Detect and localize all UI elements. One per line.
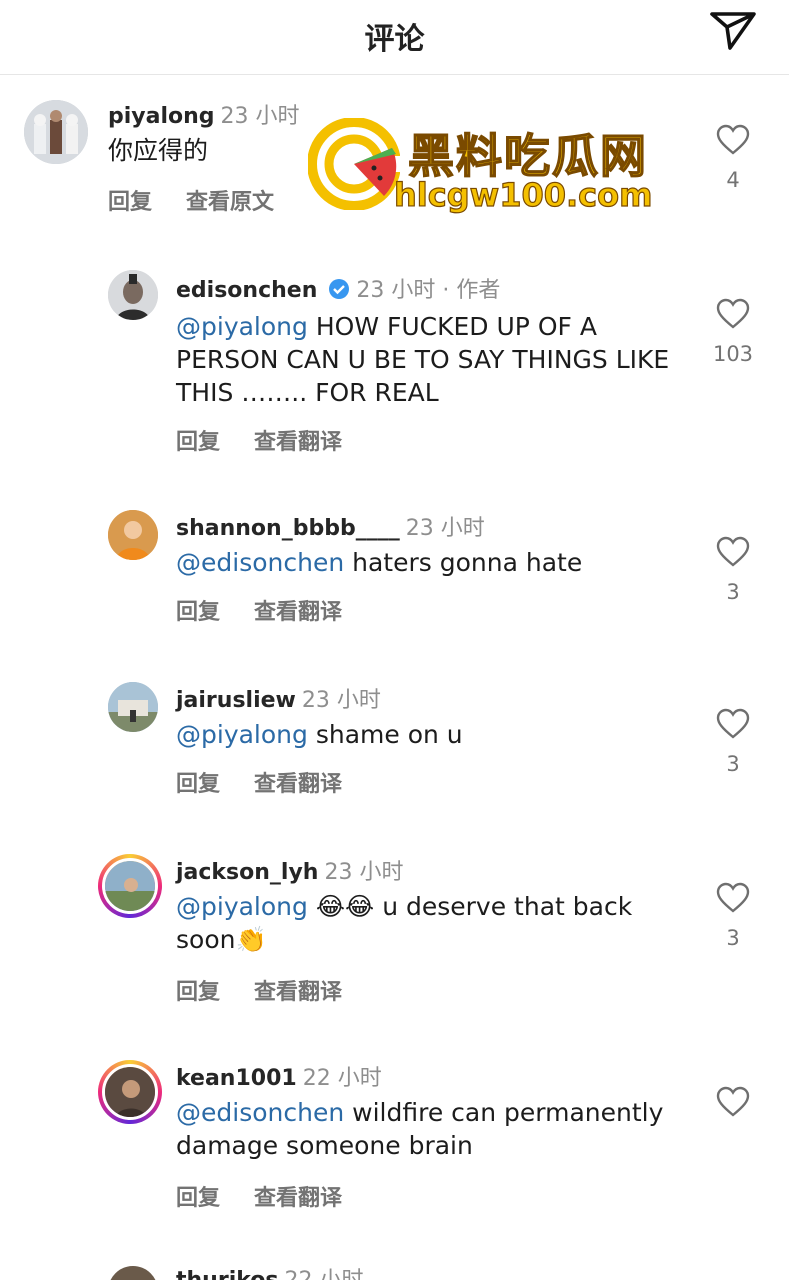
mention-link[interactable]: @edisonchen — [176, 1098, 344, 1127]
mention-link[interactable]: @piyalong — [176, 312, 308, 341]
avatar[interactable] — [24, 100, 88, 164]
watermark-logo-icon — [308, 118, 400, 210]
comment-text: @piyalong 😂😂 u deserve that back soon👏 — [176, 890, 686, 956]
avatar — [102, 858, 158, 914]
comment-text: @edisonchen haters gonna hate — [176, 546, 676, 579]
comment-item: shannon_bbbb____ 23 小时 @edisonchen haters… — [0, 506, 789, 636]
like-control: 3 — [715, 708, 751, 776]
reply-button[interactable]: 回复 — [176, 772, 220, 797]
comment-body: haters gonna hate — [344, 548, 583, 577]
timestamp: 23 小时 — [405, 516, 485, 541]
page-title: 评论 — [364, 22, 425, 57]
avatar[interactable] — [108, 510, 158, 560]
avatar-story-ring[interactable] — [98, 1060, 162, 1124]
comment-item: edisonchen 23 小时 · 作者 @piyalong HOW FUCK… — [0, 268, 789, 458]
like-count: 3 — [726, 752, 740, 776]
reply-button[interactable]: 回复 — [176, 430, 220, 455]
timestamp: 23 小时 — [324, 860, 404, 885]
comment-body: shame on u — [307, 720, 463, 749]
heart-icon[interactable] — [716, 298, 750, 330]
avatar[interactable] — [108, 270, 158, 320]
timestamp: 22 小时 — [302, 1066, 382, 1091]
timestamp: 22 小时 — [284, 1268, 363, 1280]
heart-icon[interactable] — [716, 882, 750, 914]
see-original-button[interactable]: 查看原文 — [186, 190, 274, 215]
username[interactable]: jackson_lyh — [176, 860, 318, 885]
heart-icon[interactable] — [716, 536, 750, 568]
mention-link[interactable]: @edisonchen — [176, 548, 344, 577]
username[interactable]: jairusliew — [176, 688, 296, 713]
comment-text: @piyalong HOW FUCKED UP OF A PERSON CAN … — [176, 310, 676, 409]
like-control — [715, 1086, 751, 1118]
comment-item: jackson_lyh 23 小时 @piyalong 😂😂 u deserve … — [0, 850, 789, 1010]
see-translation-button[interactable]: 查看翻译 — [254, 430, 342, 455]
avatar[interactable] — [108, 1266, 158, 1280]
comment-item: kean1001 22 小时 @edisonchen wildfire can p… — [0, 1056, 789, 1216]
paper-plane-icon[interactable] — [708, 8, 758, 52]
see-translation-button[interactable]: 查看翻译 — [254, 980, 342, 1005]
timestamp: 23 小时 — [301, 688, 381, 713]
reply-button[interactable]: 回复 — [108, 190, 152, 215]
username[interactable]: shannon_bbbb____ — [176, 516, 400, 541]
avatar[interactable] — [108, 682, 158, 732]
like-control: 4 — [715, 124, 751, 192]
avatar — [102, 1064, 158, 1120]
like-control: 3 — [715, 882, 751, 950]
see-translation-button[interactable]: 查看翻译 — [254, 772, 342, 797]
comment-body: 你应得的 — [108, 136, 209, 165]
mention-link[interactable]: @piyalong — [176, 892, 308, 921]
watermark: 黑料吃瓜网 hlcgw100.com — [308, 118, 668, 218]
reply-button[interactable]: 回复 — [176, 600, 220, 625]
see-translation-button[interactable]: 查看翻译 — [254, 600, 342, 625]
see-translation-button[interactable]: 查看翻译 — [254, 1186, 342, 1211]
heart-icon[interactable] — [716, 708, 750, 740]
timestamp: 23 小时 — [356, 278, 436, 303]
watermark-url: hlcgw100.com — [393, 175, 653, 214]
username[interactable]: piyalong — [108, 104, 215, 129]
username[interactable]: edisonchen — [176, 278, 317, 303]
avatar-story-ring[interactable] — [98, 854, 162, 918]
like-count: 103 — [712, 342, 754, 366]
mention-link[interactable]: @piyalong — [176, 720, 308, 749]
comment-item: thurikos 22 小时 — [0, 1258, 789, 1280]
like-count: 3 — [726, 580, 740, 604]
heart-icon[interactable] — [716, 124, 750, 156]
like-control: 3 — [715, 536, 751, 604]
author-tag: · 作者 — [442, 278, 501, 303]
comment-item: jairusliew 23 小时 @piyalong shame on u 回复 查… — [0, 678, 789, 808]
username[interactable]: kean1001 — [176, 1066, 297, 1091]
like-count: 3 — [726, 926, 740, 950]
reply-button[interactable]: 回复 — [176, 1186, 220, 1211]
reply-button[interactable]: 回复 — [176, 980, 220, 1005]
comments-header: 评论 — [0, 0, 789, 75]
comment-text: @piyalong shame on u — [176, 718, 676, 751]
username[interactable]: thurikos — [176, 1268, 278, 1280]
verified-badge-icon — [329, 279, 350, 299]
heart-icon[interactable] — [716, 1086, 750, 1118]
comment-text: @edisonchen wildfire can permanently dam… — [176, 1096, 676, 1162]
like-count: 4 — [726, 168, 740, 192]
timestamp: 23 小时 — [220, 104, 300, 129]
like-control: 103 — [713, 298, 753, 366]
